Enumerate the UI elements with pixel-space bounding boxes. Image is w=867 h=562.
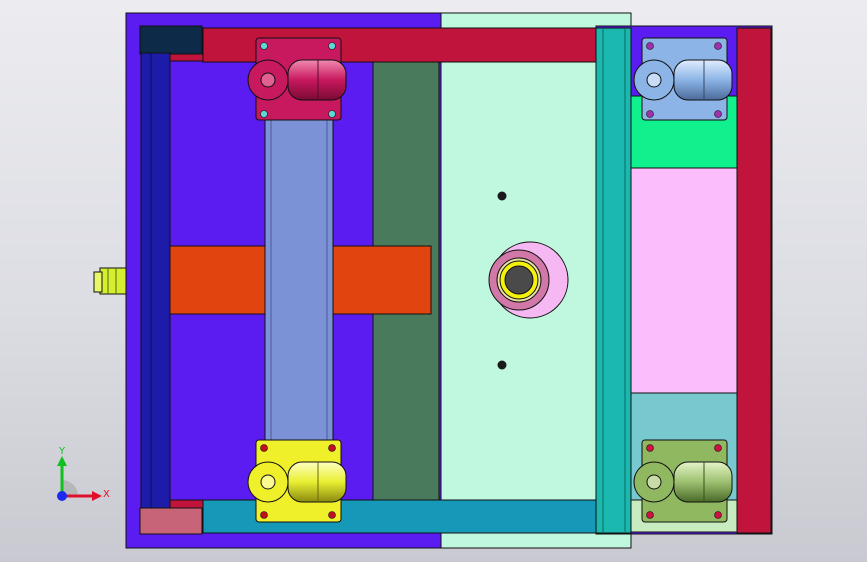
model-drawing[interactable]: Y X xyxy=(0,0,867,562)
steel-column[interactable] xyxy=(264,109,334,451)
bolt-hole-bottom xyxy=(497,360,507,370)
graphics-viewport[interactable]: Y X xyxy=(0,0,867,562)
bolt-hole-top xyxy=(497,191,507,201)
caster-bottom-left[interactable] xyxy=(247,439,347,523)
left-dark-rail[interactable] xyxy=(140,52,171,509)
triad-x-label: X xyxy=(103,489,110,500)
caster-bottom-right[interactable] xyxy=(633,439,733,523)
caster-top-left[interactable] xyxy=(247,37,347,121)
right-crimson-rail[interactable] xyxy=(736,27,772,534)
nozzle-bore[interactable] xyxy=(504,265,534,295)
triad-y-label: Y xyxy=(58,446,66,457)
teal-strip[interactable] xyxy=(595,27,632,534)
pink-panel[interactable] xyxy=(630,167,738,394)
coordinate-triad: Y X xyxy=(57,446,110,501)
caster-top-right[interactable] xyxy=(633,37,733,121)
side-fitting[interactable] xyxy=(93,267,127,295)
bottom-left-pink-block[interactable] xyxy=(139,507,203,535)
top-left-dark-block[interactable] xyxy=(139,25,203,55)
